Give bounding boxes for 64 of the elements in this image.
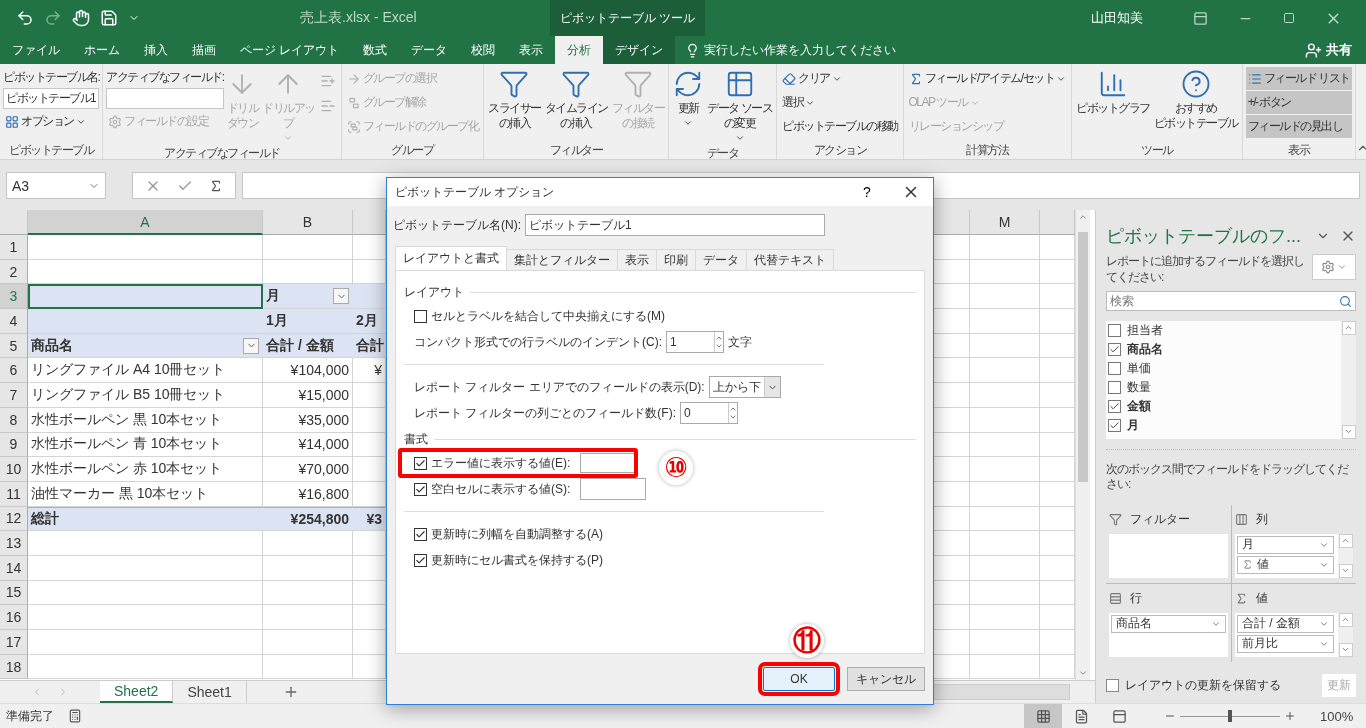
table-cell: 月 [263,284,353,310]
table-cell: ¥15,000 [263,383,353,408]
field-caption: アクティブなフィールド: [106,68,224,86]
table-cell: ¥70,000 [263,457,353,482]
table-cell: 水性ボールペン 赤 10本セット [28,457,263,482]
field-label: 担当者 [1127,321,1163,339]
table-cell: 1月 [263,309,353,334]
group-label: データ [706,145,739,162]
status-text: 準備完了 [6,707,54,725]
field-label: 単価 [1127,359,1151,377]
group-label: アクション [813,142,867,159]
field-label: 数量 [1127,378,1151,396]
section-heading: 書式 [404,430,428,448]
table-cell: ¥3 [353,506,386,532]
user-name: 山田知美 [1091,9,1143,27]
checkbox-label: 空白セルに表示する値(S): [431,480,571,498]
group-label: フィルター [549,142,603,159]
table-cell: 総計 [28,506,263,532]
group-label: アクティブなフィールド [164,145,280,162]
group-label: グループ [391,142,434,159]
checkbox-label: エラー値に表示する値(E): [431,454,571,472]
group-label: ピボットテーブル [9,142,94,159]
field-caption: ピボットテーブル名: [3,68,100,86]
checkbox-label: セルとラベルを結合して中央揃えにする(M) [431,307,665,325]
table-cell: ¥104,000 [263,358,353,384]
pane-title: ピボットテーブルのフ... [1106,225,1302,248]
checkbox-label: 更新時にセル書式を保持する(P) [431,551,603,569]
table-cell: 水性ボールペン 黒 10本セット [28,407,263,433]
table-cell: リングファイル A4 10冊セット [28,358,263,384]
table-cell: リングファイル B5 10冊セット [28,383,263,408]
field-label: コンパクト形式での行ラベルのインデント(C): [414,333,662,351]
field-label: レポート フィルターの列ごとのフィールド数(F): [414,404,676,422]
table-cell: ¥16,800 [263,481,353,507]
drag-hint: 次のボックス間でフィールドをドラッグしてください: [1106,448,1356,493]
group-label: 計算方法 [966,142,1009,159]
unit-label: 文字 [728,333,752,351]
table-cell: ¥35,000 [263,407,353,433]
table-cell: 商品名 [28,333,263,359]
field-label: ピボットテーブル名(N): [393,216,521,234]
table-cell: 合計 [353,333,386,359]
field-label: 商品名 [1127,340,1163,358]
pane-hint: レポートに追加するフィールドを選択してください: [1106,254,1304,286]
window-title: 売上表.xlsx - Excel [300,8,418,27]
dialog-title: ピボットテーブル オプション [395,183,556,201]
area-label: フィルター [1130,511,1190,529]
table-cell: 水性ボールペン 青 10本セット [28,432,263,458]
table-cell: 2月 [353,309,386,334]
table-cell: 合計 / 金額 [263,333,353,359]
group-label: ツール [1141,142,1173,159]
table-cell: ¥254,800 [263,506,353,532]
table-cell: ¥14,000 [263,432,353,458]
checkbox-label: 更新時に列幅を自動調整する(A) [431,525,603,543]
context-tab-title: ピボットテーブル ツール [550,0,706,36]
checkbox-label: レイアウトの更新を保留する [1125,676,1281,694]
area-label: 行 [1130,590,1142,608]
section-heading: レイアウト [404,283,464,301]
zoom-level: 100% [1320,708,1355,724]
field-label: レポート フィルター エリアでのフィールドの表示(D): [414,378,705,396]
group-label: 表示 [1288,142,1310,159]
area-label: 列 [1256,511,1268,529]
area-label: 値 [1256,590,1268,608]
field-label: 月 [1127,416,1139,434]
field-label: 金額 [1127,397,1151,415]
table-cell: 油性マーカー 黒 10本セット [28,481,263,507]
